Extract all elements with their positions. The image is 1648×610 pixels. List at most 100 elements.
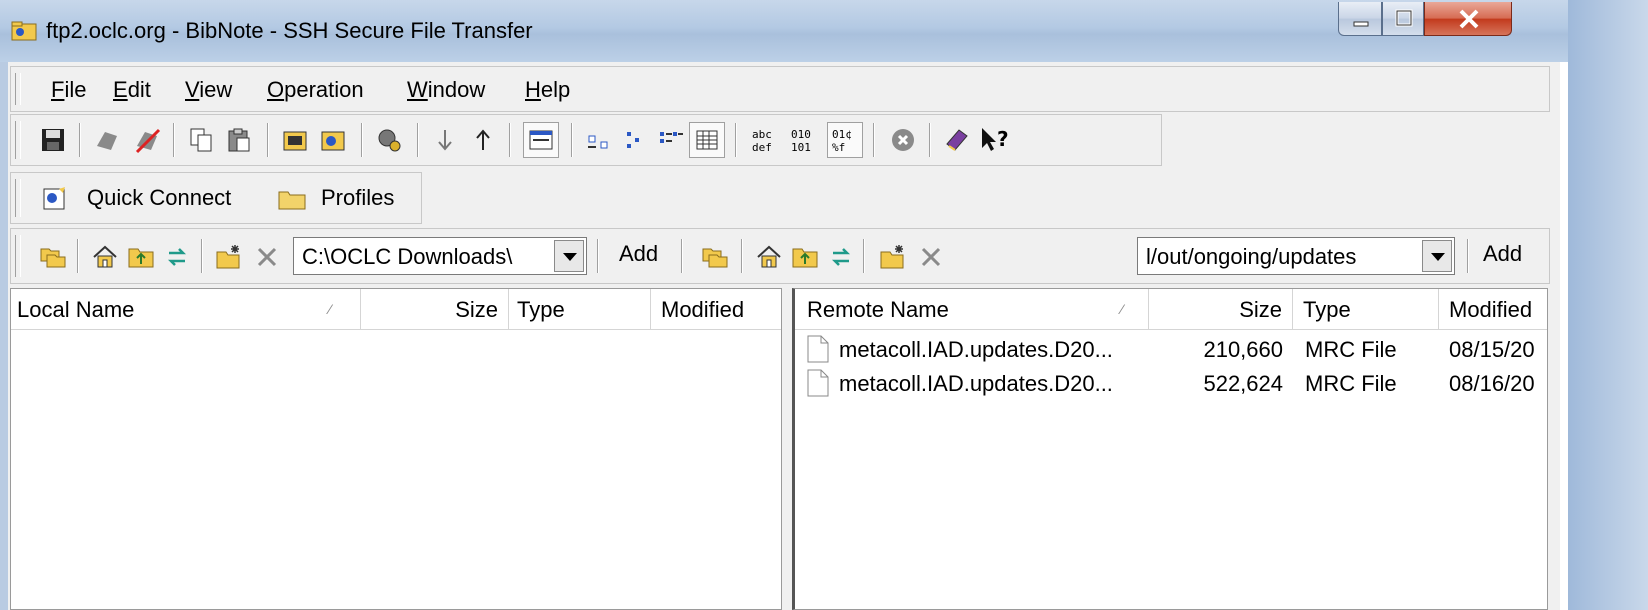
remote-size-column[interactable]: Size (1149, 289, 1293, 329)
menu-operation[interactable]: Operation (267, 77, 364, 103)
svg-text:010: 010 (791, 128, 811, 141)
menu-grip[interactable] (15, 73, 21, 105)
menu-window[interactable]: Window (407, 77, 485, 103)
close-button[interactable] (1424, 2, 1512, 36)
remote-delete-icon[interactable] (917, 243, 945, 271)
file-name: metacoll.IAD.updates.D20... (839, 337, 1113, 362)
toolbar-separator (417, 123, 419, 157)
svg-text:?: ? (997, 127, 1009, 151)
svg-text:def: def (752, 141, 772, 154)
remote-home-icon[interactable] (755, 243, 783, 271)
local-column-header: Local Name ⁄ Size Type Modified (11, 289, 781, 330)
new-file-transfer-icon[interactable] (319, 126, 347, 154)
toolbar-separator (929, 123, 931, 157)
app-icon (11, 21, 37, 41)
home-icon[interactable] (91, 243, 119, 271)
local-path-combo[interactable]: C:\OCLC Downloads\ (293, 237, 587, 275)
file-size: 522,624 (1203, 371, 1283, 396)
remote-modified-column[interactable]: Modified (1439, 289, 1551, 329)
remote-refresh-icon[interactable] (827, 243, 855, 271)
upload-icon[interactable] (469, 126, 497, 154)
connect-icon[interactable] (93, 126, 121, 154)
maximize-icon (1395, 9, 1413, 27)
stop-icon[interactable] (889, 126, 917, 154)
remote-add-button[interactable]: Add (1483, 241, 1522, 267)
maximize-button[interactable] (1382, 2, 1424, 36)
remote-name-column[interactable]: Remote Name ⁄ (795, 289, 1149, 329)
whats-this-help-icon[interactable]: ? (979, 126, 1015, 154)
remote-file-row[interactable]: metacoll.IAD.updates.D20... 522,624 MRC … (795, 367, 1547, 401)
menu-bar: File Edit View Operation Window Help (10, 66, 1550, 112)
list-view-icon[interactable] (657, 126, 685, 154)
file-size: 210,660 (1203, 337, 1283, 362)
small-icons-view-icon[interactable] (623, 126, 651, 154)
profiles-label: Profiles (321, 185, 395, 210)
column-label: Size (1239, 297, 1282, 322)
menu-edit[interactable]: Edit (113, 77, 151, 103)
remote-path-value: l/out/ongoing/updates (1146, 244, 1357, 269)
title-bar[interactable]: ftp2.oclc.org - BibNote - SSH Secure Fil… (0, 0, 1568, 62)
local-add-button[interactable]: Add (619, 241, 658, 267)
local-file-list[interactable]: Local Name ⁄ Size Type Modified (10, 288, 782, 610)
paste-icon[interactable] (225, 126, 253, 154)
navigation-toolbar: C:\OCLC Downloads\ Add l/out/ongoing/upd… (10, 228, 1550, 284)
download-icon[interactable] (431, 126, 459, 154)
column-label: Remote Name (807, 297, 949, 322)
quick-connect-label: Quick Connect (87, 185, 232, 210)
file-modified: 08/16/20 (1449, 371, 1535, 396)
column-label: Local Name (17, 297, 135, 322)
disconnect-icon[interactable] (133, 126, 161, 154)
refresh-icon[interactable] (163, 243, 191, 271)
remote-up-folder-icon[interactable] (791, 243, 819, 271)
chevron-down-icon[interactable] (1422, 240, 1452, 272)
toolbar-grip[interactable] (15, 121, 21, 159)
copy-icon[interactable] (187, 126, 215, 154)
menu-file[interactable]: File (51, 77, 86, 103)
profiles-button[interactable]: Profiles (277, 181, 417, 217)
quick-connect-button[interactable]: Quick Connect (41, 181, 261, 217)
auto-mode-icon: 01¢%f (832, 128, 852, 154)
chevron-down-icon[interactable] (554, 240, 584, 272)
toolbar-separator (509, 123, 511, 157)
save-icon[interactable] (39, 126, 67, 154)
new-folder-icon[interactable] (215, 243, 243, 271)
local-name-column[interactable]: Local Name ⁄ (11, 289, 361, 329)
toolbar-separator (681, 239, 683, 273)
up-folder-icon[interactable] (127, 243, 155, 271)
delete-icon[interactable] (253, 243, 281, 271)
file-icon (807, 369, 829, 397)
toolbar-separator (571, 123, 573, 157)
toolbar-separator (79, 123, 81, 157)
toolbar-separator (173, 123, 175, 157)
desktop-background (1568, 0, 1648, 610)
remote-type-column[interactable]: Type (1293, 289, 1439, 329)
remote-file-row[interactable]: metacoll.IAD.updates.D20... 210,660 MRC … (795, 333, 1547, 367)
remote-new-folder-icon[interactable] (879, 243, 907, 271)
remote-path-combo[interactable]: l/out/ongoing/updates (1137, 237, 1455, 275)
local-type-column[interactable]: Type (509, 289, 651, 329)
sort-icon: ⁄ (329, 301, 332, 317)
menu-view[interactable]: View (185, 77, 232, 103)
binary-mode-icon[interactable]: 010101 (789, 126, 823, 154)
minimize-button[interactable] (1338, 2, 1382, 36)
toolbar-grip[interactable] (15, 179, 21, 217)
details-view-icon (696, 130, 718, 150)
main-toolbar: abc def 010 101 01¢ %f ? (10, 114, 1162, 166)
local-size-column[interactable]: Size (361, 289, 509, 329)
toolbar-grip[interactable] (15, 235, 21, 277)
help-book-icon[interactable] (943, 126, 971, 154)
remote-folders-icon[interactable] (701, 243, 729, 271)
settings-icon[interactable] (375, 126, 403, 154)
file-name: metacoll.IAD.updates.D20... (839, 371, 1113, 396)
ascii-mode-icon[interactable]: abcdef (751, 126, 785, 154)
menu-help[interactable]: Help (525, 77, 570, 103)
remote-file-list[interactable]: Remote Name ⁄ Size Type Modified metacol… (792, 288, 1548, 610)
large-icons-view-icon[interactable] (585, 126, 613, 154)
toolbar-separator (361, 123, 363, 157)
toolbar-separator (267, 123, 269, 157)
new-terminal-icon[interactable] (281, 126, 309, 154)
svg-text:abc: abc (752, 128, 772, 141)
file-type: MRC File (1305, 371, 1397, 396)
local-folders-icon[interactable] (39, 243, 67, 271)
local-modified-column[interactable]: Modified (651, 289, 781, 329)
